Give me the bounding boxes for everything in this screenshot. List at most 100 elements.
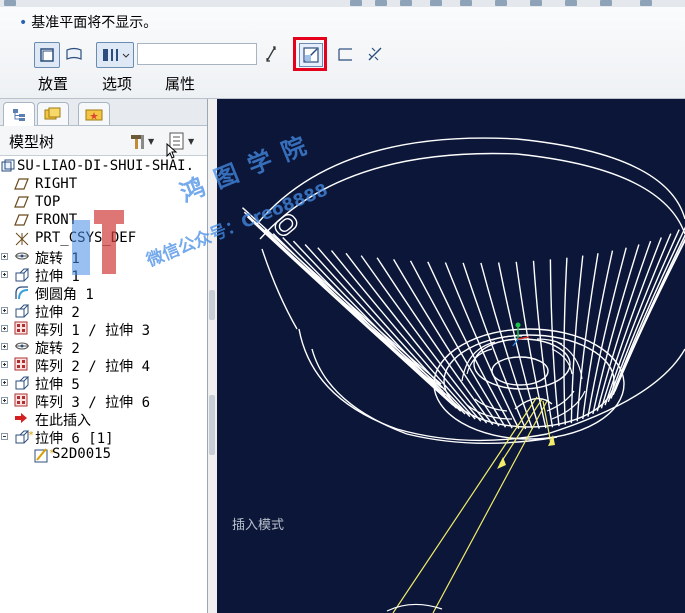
tree-item[interactable]: 旋转 1 [0, 248, 207, 267]
tree-item[interactable]: 阵列 2 / 拉伸 4 [0, 356, 207, 375]
tree-item-label: 阵列 1 / 拉伸 3 [35, 323, 151, 339]
tab-favorites[interactable] [78, 102, 110, 125]
toolbar-icon[interactable] [640, 0, 652, 6]
highlight-box [293, 37, 327, 71]
tree-item[interactable]: 阵列 3 / 拉伸 6 [0, 392, 207, 411]
tree-item[interactable]: * S2D0015 [0, 446, 207, 464]
tab-folder-browser[interactable] [37, 102, 69, 125]
toolbar-icon[interactable] [350, 0, 362, 6]
extrude-icon [14, 267, 30, 283]
mouse-cursor-icon [166, 143, 178, 159]
depth-value-input[interactable] [137, 43, 257, 65]
tree-item-label: S2D0015 [52, 446, 112, 462]
tree-item-label: RIGHT [35, 176, 78, 192]
toolbar-icon[interactable] [460, 0, 472, 6]
colander-rib [607, 229, 680, 403]
tree-settings-button[interactable]: ▼ [166, 131, 202, 159]
tab-placement[interactable]: 放置 [38, 73, 68, 94]
message-text: 基准平面将不显示。 [31, 15, 158, 31]
tree-tools-button[interactable]: ▼ [128, 131, 158, 151]
model-tree-header: 模型树 ▼ ▼ [0, 126, 207, 159]
extrude-as-solid-button[interactable] [34, 42, 60, 68]
tree-item-label: SU-LIAO-DI-SHUI-SHAI. [17, 158, 195, 174]
model-tree-icon [13, 108, 25, 121]
tree-item-label: 在此插入 [35, 413, 91, 429]
tree-item-label: 拉伸 5 [35, 377, 80, 393]
expand-icon[interactable] [1, 361, 8, 368]
tree-item[interactable]: 拉伸 2 [0, 302, 207, 321]
tree-item-label: 拉伸 1 [35, 269, 80, 285]
chevron-down-icon: ▼ [188, 136, 195, 146]
tree-item[interactable]: 阵列 1 / 拉伸 3 [0, 320, 207, 339]
pattern-icon [14, 321, 30, 337]
tab-model-tree[interactable] [3, 102, 35, 126]
expand-icon[interactable] [1, 271, 8, 278]
toolbar-icon[interactable] [565, 0, 577, 6]
tree-item[interactable]: 拉伸 1 [0, 266, 207, 285]
tree-item[interactable]: 旋转 2 [0, 338, 207, 357]
favorites-folder-icon [85, 109, 103, 121]
splitter-handle[interactable] [209, 395, 215, 455]
tree-item-label: 阵列 2 / 拉伸 4 [35, 359, 151, 375]
tree-item[interactable]: RIGHT [0, 176, 207, 194]
extrude-active-icon: * [14, 429, 34, 445]
revolve-icon [14, 249, 30, 265]
depth-option-button[interactable] [96, 42, 134, 68]
splitter-handle[interactable] [209, 290, 215, 320]
expand-icon[interactable] [1, 325, 8, 332]
sketch-edit-icon [368, 47, 382, 61]
edit-sketch-button[interactable] [364, 42, 386, 66]
tree-item[interactable]: * 拉伸 6 [1] [0, 428, 207, 447]
toolbar-icon[interactable] [495, 0, 507, 6]
colander-rib [242, 207, 442, 385]
tree-item[interactable]: 在此插入 [0, 410, 207, 429]
tab-options[interactable]: 选项 [102, 73, 132, 94]
toolbar-icon[interactable] [530, 0, 542, 6]
expand-icon[interactable] [1, 397, 8, 404]
colander-model-wireframe [242, 137, 685, 613]
expand-icon[interactable] [1, 307, 8, 314]
extrude-as-surface-button[interactable] [62, 42, 86, 66]
toolbar-icon[interactable] [400, 0, 412, 6]
solid-icon [40, 48, 54, 62]
tree-item[interactable]: PRT_CSYS_DEF [0, 230, 207, 248]
thicken-sketch-button[interactable] [334, 42, 356, 66]
colander-rib [604, 233, 672, 406]
insert-mode-label: 插入模式 [232, 518, 285, 533]
flip-direction-icon [266, 46, 276, 62]
tree-item[interactable]: TOP [0, 194, 207, 212]
revolve-icon [14, 339, 30, 355]
toolbar-icon[interactable] [600, 0, 612, 6]
collapse-icon[interactable] [1, 433, 8, 440]
tab-properties[interactable]: 属性 [165, 73, 195, 94]
feature-dashboard: • 基准平面将不显示。 放置 选项 属性 [0, 0, 685, 99]
folder-browser-icon [44, 107, 61, 120]
datum-plane-icon [14, 177, 30, 193]
flip-direction-button[interactable] [262, 42, 280, 66]
svg-text:*: * [28, 430, 34, 441]
tree-item[interactable]: 倒圆角 1 [0, 284, 207, 303]
tree-item-label: 旋转 1 [35, 251, 80, 267]
toolbar-icon[interactable] [375, 0, 387, 6]
chevron-down-icon: ▼ [148, 136, 155, 146]
tools-hammer-icon [131, 135, 144, 149]
toolbar-icon[interactable] [430, 0, 442, 6]
datum-plane-icon [14, 213, 30, 229]
round-icon [14, 285, 30, 301]
expand-icon[interactable] [1, 343, 8, 350]
tree-item-label: 旋转 2 [35, 341, 80, 357]
tree-item[interactable]: SU-LIAO-DI-SHUI-SHAI. [0, 158, 207, 176]
blind-depth-icon [103, 49, 130, 61]
navigator-panel: 模型树 ▼ ▼ SU-LIAO-DI-SHUI-SHAI. RIGHT TOP FRO… [0, 99, 208, 613]
tree-item[interactable]: FRONT [0, 212, 207, 230]
expand-icon[interactable] [1, 379, 8, 386]
tree-item-label: FRONT [35, 212, 78, 228]
tree-item-label: 阵列 3 / 拉伸 6 [35, 395, 151, 411]
tree-item[interactable]: 拉伸 5 [0, 374, 207, 393]
graphics-window[interactable]: 插入模式 [217, 99, 685, 613]
toolbar-icon[interactable] [4, 0, 16, 6]
expand-icon[interactable] [1, 253, 8, 260]
top-toolbar-strip [0, 0, 685, 7]
pattern-icon [14, 357, 30, 373]
datum-plane-icon [14, 195, 30, 211]
